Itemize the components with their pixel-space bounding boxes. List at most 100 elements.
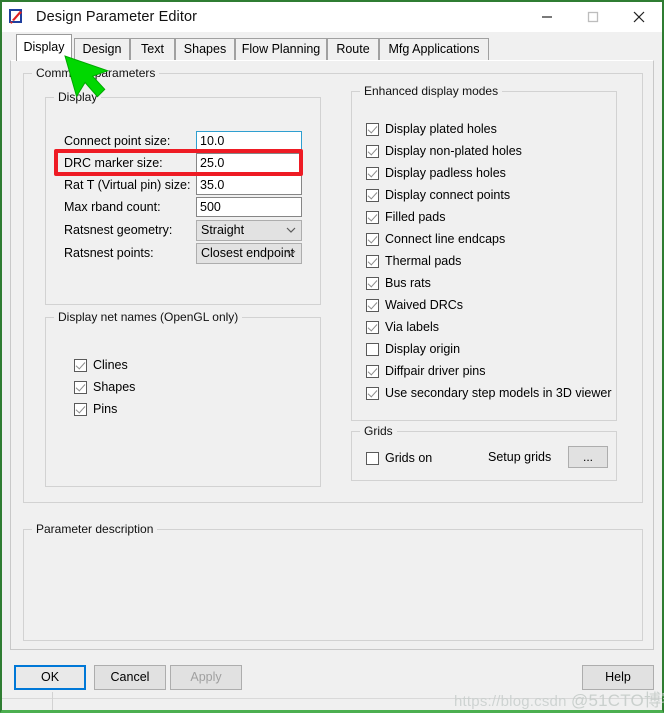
apply-button: Apply	[170, 665, 242, 690]
checkbox-display-connect-points[interactable]: Display connect points	[366, 186, 510, 204]
tab-text[interactable]: Text	[130, 38, 175, 61]
checkbox-pins-label: Pins	[93, 402, 118, 416]
field-drc-marker-size: DRC marker size:	[64, 152, 302, 174]
tab-flow-planning[interactable]: Flow Planning	[235, 38, 327, 61]
combo-ratsnest-points[interactable]: Closest endpoint	[196, 242, 302, 264]
title-bar: Design Parameter Editor	[2, 2, 662, 32]
checkbox-display-non-plated-holes-box[interactable]	[366, 144, 379, 158]
checkbox-display-plated-holes[interactable]: Display plated holes	[366, 120, 497, 138]
watermark-url: https://blog.csdn	[454, 693, 567, 710]
checkbox-display-plated-holes-box[interactable]	[366, 122, 379, 136]
label-rat-t-virtual-pin-size: Rat T (Virtual pin) size:	[64, 178, 191, 192]
checkbox-display-non-plated-holes[interactable]: Display non-plated holes	[366, 142, 522, 160]
help-button[interactable]: Help	[582, 665, 654, 690]
checkbox-thermal-pads-label: Thermal pads	[385, 254, 462, 268]
enhanced-display-modes-group: Enhanced display modes Display plated ho…	[351, 84, 617, 421]
command-parameters-title: Command parameters	[32, 66, 160, 80]
checkbox-display-connect-points-box[interactable]	[366, 188, 379, 202]
tab-route[interactable]: Route	[327, 38, 379, 61]
cancel-button[interactable]: Cancel	[94, 665, 166, 690]
minimize-icon[interactable]	[524, 2, 570, 32]
checkbox-display-origin[interactable]: Display origin	[366, 340, 460, 358]
input-drc-marker-size[interactable]	[196, 153, 302, 173]
combo-ratsnest-geometry-value: Straight	[201, 222, 245, 237]
grids-group-title: Grids	[360, 424, 397, 438]
window-controls	[524, 2, 662, 32]
checkbox-display-origin-box[interactable]	[366, 342, 379, 356]
checkbox-waived-drcs[interactable]: Waived DRCs	[366, 296, 463, 314]
checkbox-thermal-pads[interactable]: Thermal pads	[366, 252, 461, 270]
checkbox-display-plated-holes-label: Display plated holes	[385, 122, 497, 136]
checkbox-grids-on-label: Grids on	[385, 451, 433, 465]
checkbox-filled-pads-label: Filled pads	[385, 210, 446, 224]
setup-grids-browse-button[interactable]: ...	[568, 446, 608, 468]
chevron-down-icon	[286, 244, 296, 263]
input-max-rband-count[interactable]	[196, 197, 302, 217]
combo-ratsnest-geometry[interactable]: Straight	[196, 219, 302, 241]
window-title: Design Parameter Editor	[36, 9, 198, 25]
checkbox-bus-rats-box[interactable]	[366, 276, 379, 290]
display-tab-panel: Command parameters Display Connect point…	[10, 60, 654, 650]
input-connect-point-size[interactable]	[196, 131, 302, 151]
checkbox-clines-box[interactable]	[74, 358, 87, 372]
label-max-rband-count: Max rband count:	[64, 200, 161, 214]
checkbox-display-origin-label: Display origin	[385, 342, 461, 356]
checkbox-use-secondary-step-models-box[interactable]	[366, 386, 379, 400]
checkbox-clines[interactable]: Clines	[74, 356, 128, 374]
checkbox-waived-drcs-label: Waived DRCs	[385, 298, 464, 312]
maximize-icon[interactable]	[570, 2, 616, 32]
display-group: Display Connect point size: DRC marker s…	[45, 90, 321, 305]
field-rat-t-virtual-pin-size: Rat T (Virtual pin) size:	[64, 174, 302, 196]
checkbox-pins-box[interactable]	[74, 402, 87, 416]
parameter-description-title: Parameter description	[32, 522, 158, 536]
checkbox-shapes[interactable]: Shapes	[74, 378, 135, 396]
footer-tick-mark	[52, 692, 53, 710]
checkbox-via-labels-label: Via labels	[385, 320, 439, 334]
cadence-app-icon	[8, 8, 26, 26]
ok-button[interactable]: OK	[14, 665, 86, 690]
checkbox-waived-drcs-box[interactable]	[366, 298, 379, 312]
field-max-rband-count: Max rband count:	[64, 196, 302, 218]
label-ratsnest-geometry: Ratsnest geometry:	[64, 223, 173, 237]
checkbox-clines-label: Clines	[93, 358, 128, 372]
checkbox-shapes-box[interactable]	[74, 380, 87, 394]
checkbox-display-non-plated-holes-label: Display non-plated holes	[385, 144, 522, 158]
checkbox-connect-line-endcaps[interactable]: Connect line endcaps	[366, 230, 505, 248]
close-icon[interactable]	[616, 2, 662, 32]
tab-design[interactable]: Design	[74, 38, 130, 61]
checkbox-display-padless-holes[interactable]: Display padless holes	[366, 164, 506, 182]
checkbox-diffpair-driver-pins-box[interactable]	[366, 364, 379, 378]
checkbox-diffpair-driver-pins[interactable]: Diffpair driver pins	[366, 362, 486, 380]
checkbox-diffpair-driver-pins-label: Diffpair driver pins	[385, 364, 486, 378]
checkbox-grids-on[interactable]: Grids on	[366, 449, 432, 467]
design-parameter-editor-window: Design Parameter Editor Display Design T…	[0, 0, 664, 713]
checkbox-bus-rats[interactable]: Bus rats	[366, 274, 431, 292]
input-rat-t-virtual-pin-size[interactable]	[196, 175, 302, 195]
checkbox-display-connect-points-label: Display connect points	[385, 188, 511, 202]
field-ratsnest-points: Ratsnest points: Closest endpoint	[64, 242, 302, 264]
parameter-description-text	[30, 538, 636, 634]
field-connect-point-size: Connect point size:	[64, 130, 302, 152]
parameter-description-group: Parameter description	[23, 522, 643, 641]
checkbox-filled-pads-box[interactable]	[366, 210, 379, 224]
checkbox-thermal-pads-box[interactable]	[366, 254, 379, 268]
display-group-title: Display	[54, 90, 102, 104]
checkbox-filled-pads[interactable]: Filled pads	[366, 208, 445, 226]
footer-divider	[2, 698, 662, 699]
checkbox-via-labels-box[interactable]	[366, 320, 379, 334]
checkbox-via-labels[interactable]: Via labels	[366, 318, 439, 336]
checkbox-use-secondary-step-models-label: Use secondary step models in 3D viewer	[385, 386, 612, 400]
tab-shapes[interactable]: Shapes	[175, 38, 235, 61]
checkbox-grids-on-box[interactable]	[366, 451, 379, 465]
checkbox-use-secondary-step-models[interactable]: Use secondary step models in 3D viewer	[366, 384, 612, 402]
tab-mfg-applications[interactable]: Mfg Applications	[379, 38, 489, 61]
watermark-handle: @51CTO博客	[571, 691, 664, 710]
checkbox-connect-line-endcaps-box[interactable]	[366, 232, 379, 246]
setup-grids-label: Setup grids	[488, 450, 552, 464]
checkbox-pins[interactable]: Pins	[74, 400, 117, 418]
tab-display[interactable]: Display	[16, 34, 72, 61]
tab-strip: Display Design Text Shapes Flow Planning…	[2, 32, 662, 61]
checkbox-shapes-label: Shapes	[93, 380, 136, 394]
checkbox-display-padless-holes-box[interactable]	[366, 166, 379, 180]
enhanced-display-modes-title: Enhanced display modes	[360, 84, 503, 98]
